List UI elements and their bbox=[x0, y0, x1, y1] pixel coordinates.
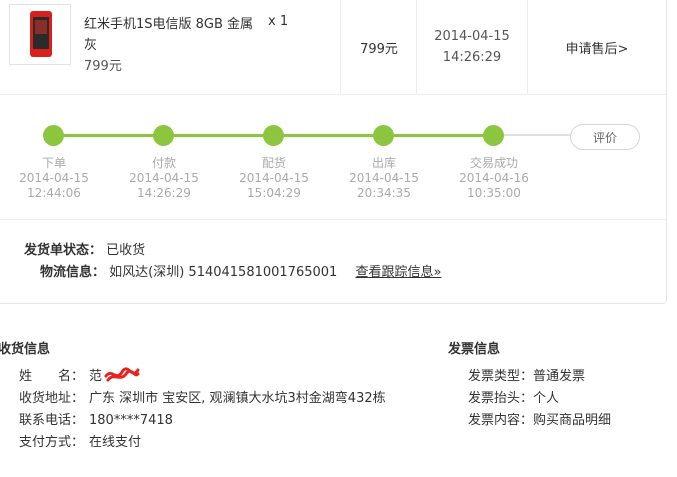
rate-button[interactable]: 评价 bbox=[570, 124, 640, 150]
order-time: 14:26:29 bbox=[442, 50, 502, 65]
invoice-section-title: 发票信息 bbox=[448, 342, 501, 357]
payment-value: 在线支付 bbox=[89, 435, 142, 450]
after-sales-link[interactable]: 申请售后> bbox=[527, 0, 667, 94]
step-time: 10:35:00 bbox=[467, 186, 521, 200]
receiver-section-title: 收货信息 bbox=[0, 342, 51, 357]
product-row: 红米手机1S电信版 8GB 金属灰 799元 x 1 799元 2014-04-… bbox=[0, 0, 666, 95]
step-date: 2014-04-16 bbox=[459, 171, 529, 185]
logistics-label: 物流信息： bbox=[40, 265, 106, 280]
invoice-head-label: 发票抬头： bbox=[468, 391, 534, 406]
invoice-content-value: 购买商品明细 bbox=[533, 413, 612, 428]
order-progress: 下单 2014-04-15 12:44:06 付款 2014-04-15 14:… bbox=[0, 96, 666, 220]
product-name[interactable]: 红米手机1S电信版 8GB 金属灰 bbox=[84, 14, 264, 56]
redaction-scribble bbox=[104, 367, 140, 382]
step-label: 付款 bbox=[151, 156, 176, 170]
receiver-info: 姓 名： 范 收货地址： 广东 深圳市 宝安区, 观澜镇大水坑3村金湖弯432栋 联… bbox=[19, 366, 394, 454]
step-label: 出库 bbox=[371, 156, 396, 170]
step-dot bbox=[373, 125, 394, 146]
unit-price: 799元 bbox=[360, 41, 398, 57]
order-timestamp: 2014-04-15 14:26:29 bbox=[417, 0, 527, 94]
name-value: 范 bbox=[89, 369, 103, 384]
step-date: 2014-04-15 bbox=[19, 171, 89, 185]
invoice-type-value: 普通发票 bbox=[533, 369, 586, 384]
step-time: 12:44:06 bbox=[27, 186, 81, 200]
order-card: 红米手机1S电信版 8GB 金属灰 799元 x 1 799元 2014-04-… bbox=[0, 0, 667, 304]
step-label: 交易成功 bbox=[469, 156, 518, 170]
step-date: 2014-04-15 bbox=[239, 171, 309, 185]
receiver-phone-row: 联系电话： 180****7418 bbox=[19, 410, 394, 432]
shipping-status: 发货单状态： 已收货 物流信息： 如风达(深圳) 514041581001765… bbox=[24, 240, 441, 284]
delivery-status-value: 已收货 bbox=[106, 243, 146, 258]
invoice-info: 发票类型：普通发票 发票抬头：个人 发票内容：购买商品明细 bbox=[468, 366, 611, 432]
invoice-content-label: 发票内容： bbox=[468, 413, 534, 428]
step-label: 下单 bbox=[41, 156, 66, 170]
order-date: 2014-04-15 bbox=[434, 29, 510, 44]
step-date: 2014-04-15 bbox=[349, 171, 419, 185]
address-value: 广东 深圳市 宝安区, 观澜镇大水坑3村金湖弯432栋 bbox=[89, 391, 386, 406]
name-label: 姓 名： bbox=[19, 369, 85, 384]
delivery-status-row: 发货单状态： 已收货 bbox=[24, 240, 441, 262]
step-dot bbox=[153, 125, 174, 146]
payment-label: 支付方式： bbox=[19, 435, 85, 450]
step-label: 配货 bbox=[261, 156, 286, 170]
phone-value: 180****7418 bbox=[89, 413, 173, 428]
address-label: 收货地址： bbox=[19, 391, 85, 406]
delivery-status-label: 发货单状态： bbox=[24, 243, 103, 258]
step-time: 14:26:29 bbox=[137, 186, 191, 200]
receiver-address-row: 收货地址： 广东 深圳市 宝安区, 观澜镇大水坑3村金湖弯432栋 bbox=[19, 388, 394, 410]
logistics-value: 如风达(深圳) 514041581001765001 bbox=[109, 265, 338, 280]
invoice-head-value: 个人 bbox=[533, 391, 560, 406]
product-quantity: x 1 bbox=[268, 14, 289, 29]
step-time: 15:04:29 bbox=[247, 186, 301, 200]
invoice-content-row: 发票内容：购买商品明细 bbox=[468, 410, 611, 432]
step-dot bbox=[483, 125, 504, 146]
progress-bar-remaining bbox=[495, 134, 575, 136]
logistics-row: 物流信息： 如风达(深圳) 514041581001765001 查看跟踪信息» bbox=[24, 262, 441, 284]
track-shipment-link[interactable]: 查看跟踪信息» bbox=[355, 265, 441, 280]
phone-label: 联系电话： bbox=[19, 413, 85, 428]
payment-method-row: 支付方式： 在线支付 bbox=[19, 432, 394, 454]
product-price: 799元 bbox=[84, 59, 122, 74]
step-time: 20:34:35 bbox=[357, 186, 411, 200]
receiver-name-row: 姓 名： 范 bbox=[19, 366, 394, 388]
invoice-type-label: 发票类型： bbox=[468, 369, 534, 384]
step-dot bbox=[43, 125, 64, 146]
invoice-type-row: 发票类型：普通发票 bbox=[468, 366, 611, 388]
step-date: 2014-04-15 bbox=[129, 171, 199, 185]
phone-image bbox=[30, 11, 52, 57]
product-thumbnail[interactable] bbox=[9, 4, 71, 65]
invoice-head-row: 发票抬头：个人 bbox=[468, 388, 611, 410]
step-dot bbox=[263, 125, 284, 146]
